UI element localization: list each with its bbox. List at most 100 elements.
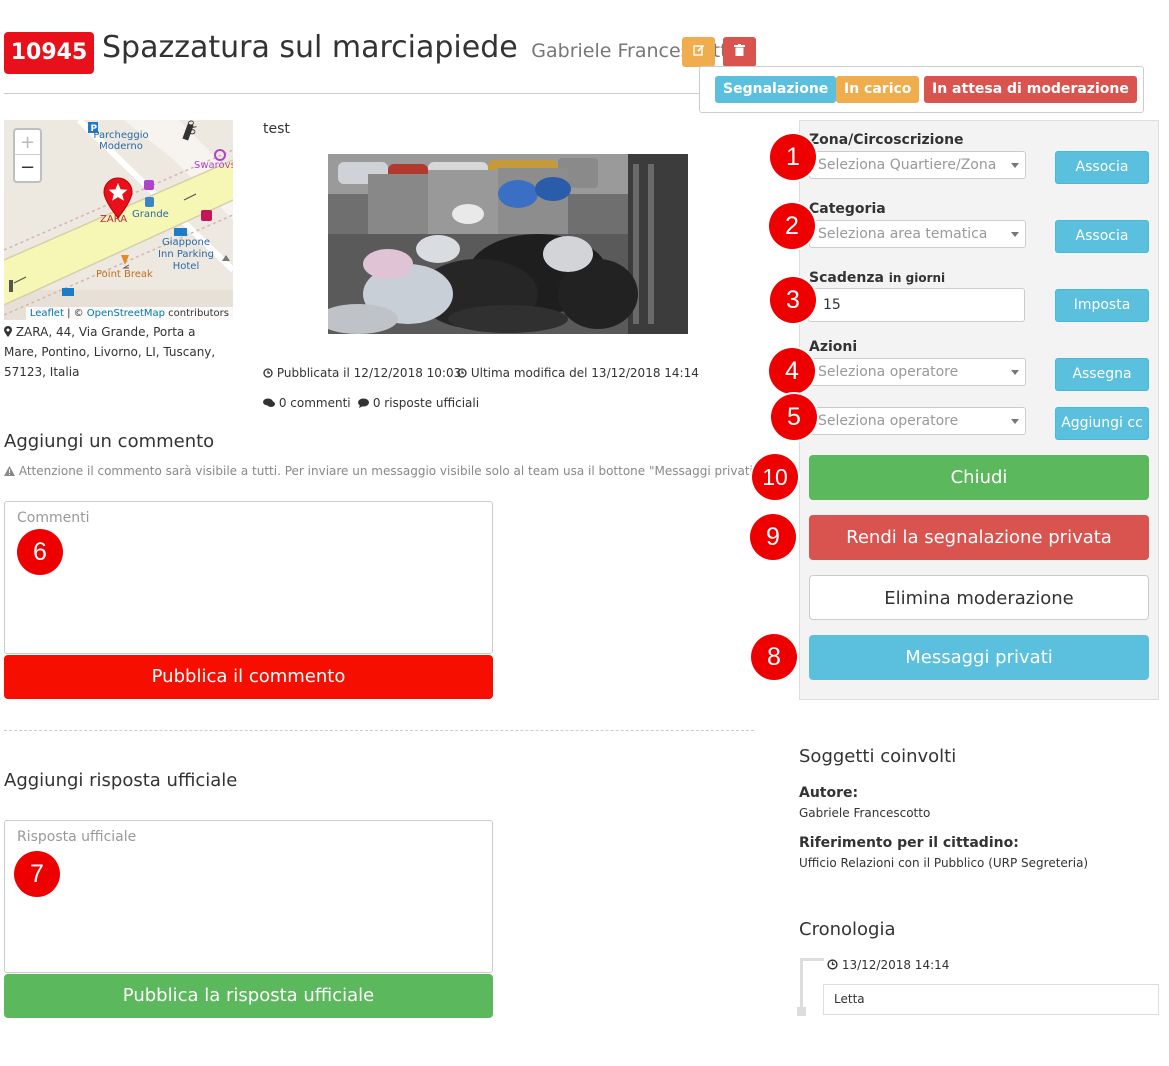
operator-select[interactable]: Seleziona operatore [809,358,1026,386]
modified-text: Ultima modifica del 13/12/2018 14:14 [470,366,699,380]
clock-icon [827,959,838,970]
chevron-down-icon [1011,163,1019,168]
location-map[interactable]: P Parcheggio Moderno Swarovs olo ZARA Gr… [4,120,233,320]
official-replies-text: 0 risposte ufficiali [372,396,480,410]
map-label-shop: Swarovs [194,160,233,171]
zone-select[interactable]: Seleziona Quartiere/Zona [809,151,1026,179]
annotation-marker-3: 3 [770,277,816,323]
section-divider [4,730,754,731]
comment-warning: Attenzione il commento sarà visibile a t… [4,464,762,478]
page-title: Spazzatura sul marciapiede Gabriele Fran… [102,30,739,65]
official-reply-placeholder: Risposta ufficiale [17,829,137,845]
chevron-down-icon [1011,419,1019,424]
warning-icon [4,466,15,476]
official-section-title: Aggiungi risposta ufficiale [4,770,238,791]
chevron-down-icon [1011,232,1019,237]
post-text: test [263,121,290,137]
delete-button[interactable] [723,37,756,67]
annotation-marker-6: 6 [17,529,63,575]
official-replies-count[interactable]: 0 risposte ufficiali [358,396,479,410]
timeline-line [800,958,803,1014]
deadline-unit: in giorni [888,271,946,285]
zoom-out-button[interactable]: − [15,155,40,180]
report-photo[interactable] [328,154,688,334]
annotation-marker-1: 1 [770,134,816,180]
map-zoom-control: + − [13,128,42,183]
map-marker-icon[interactable] [102,177,134,219]
modified-date: Ultima modifica del 13/12/2018 14:14 [457,366,699,380]
deadline-value: 15 [823,297,841,313]
status-badges: Segnalazione In carico In attesa di mode… [699,66,1144,113]
comment-section-title: Aggiungi un commento [4,431,215,452]
timeline-connector [800,958,824,961]
clock-icon [457,368,467,378]
annotation-marker-8: 8 [751,634,797,680]
publish-comment-button[interactable]: Pubblica il commento [4,655,493,699]
map-label-hotel: Giappone Inn Parking Hotel [158,237,214,272]
annotation-marker-5: 5 [771,394,817,440]
assign-button[interactable]: Assegna [1055,358,1149,391]
osm-link[interactable]: OpenStreetMap [87,308,165,319]
garbage-photo [328,154,688,334]
comment-textarea[interactable]: Commenti [4,501,493,654]
comments-icon [263,398,275,407]
reference-label: Riferimento per il cittadino: [799,835,1019,851]
edit-icon [692,44,704,56]
trash-icon [734,44,745,56]
close-button[interactable]: Chiudi [809,455,1149,500]
publish-official-reply-button[interactable]: Pubblica la risposta ufficiale [4,974,493,1018]
comments-count[interactable]: 0 commenti [263,396,351,410]
zoom-in-button[interactable]: + [15,130,40,155]
author-label: Autore: [799,785,859,801]
timeline-entry: Letta [823,984,1159,1015]
timeline-time-text: 13/12/2018 14:14 [841,958,950,972]
category-label: Categoria [809,201,886,217]
attribution-suffix: contributors [165,308,229,319]
deadline-label-text: Scadenza [809,270,884,286]
make-private-button[interactable]: Rendi la segnalazione privata [809,515,1149,560]
author-value: Gabriele Francescotto [799,806,931,820]
deadline-input[interactable]: 15 [808,288,1025,322]
comments-count-text: 0 commenti [278,396,351,410]
published-text: Pubblicata il 12/12/2018 10:03 [276,366,462,380]
edit-button[interactable] [682,37,715,67]
annotation-marker-10: 10 [752,454,798,500]
leaflet-link[interactable]: Leaflet [30,308,64,319]
clock-icon [263,368,273,378]
cc-operator-select[interactable]: Seleziona operatore [809,407,1026,435]
comment-warning-text: Attenzione il commento sarà visibile a t… [18,464,763,478]
annotation-marker-4: 4 [769,348,815,394]
map-label-road: olo [184,120,199,136]
annotation-marker-7: 7 [14,851,60,897]
header-divider [4,93,700,94]
address-text: ZARA, 44, Via Grande, Porta a Mare, Pont… [4,325,216,379]
associate-category-button[interactable]: Associa [1055,220,1149,253]
timeline-entry-time: 13/12/2018 14:14 [827,958,949,972]
status-badge-in-carico: In carico [836,76,920,103]
remove-moderation-button[interactable]: Elimina moderazione [809,575,1149,620]
set-deadline-button[interactable]: Imposta [1055,289,1149,322]
associate-zone-button[interactable]: Associa [1055,151,1149,184]
title-text: Spazzatura sul marciapiede [102,30,518,65]
zone-select-value: Seleziona Quartiere/Zona [818,157,997,173]
published-date: Pubblicata il 12/12/2018 10:03 [263,366,461,380]
map-label-parking: Parcheggio Moderno [93,130,149,152]
private-messages-button[interactable]: Messaggi privati [809,635,1149,680]
timeline-title: Cronologia [799,919,896,940]
cc-select-value: Seleziona operatore [818,413,959,429]
status-badge-moderazione: In attesa di moderazione [924,76,1137,103]
address: ZARA, 44, Via Grande, Porta a Mare, Pont… [4,322,229,382]
attribution-separator: | © [63,308,87,319]
ticket-id-badge: 10945 [4,32,94,74]
category-select[interactable]: Seleziona area tematica [809,220,1026,248]
status-badge-segnalazione: Segnalazione [715,76,837,103]
deadline-label: Scadenza in giorni [809,270,945,286]
actions-label: Azioni [809,339,858,355]
zone-label: Zona/Circoscrizione [809,132,964,148]
comment-icon [358,398,369,408]
add-cc-button[interactable]: Aggiungi cc [1055,407,1149,440]
map-attribution: Leaflet | © OpenStreetMap contributors [25,307,233,320]
operator-select-value: Seleziona operatore [818,364,959,380]
map-label-restaurant: Point Break [96,269,153,280]
official-reply-textarea[interactable]: Risposta ufficiale [4,820,493,973]
